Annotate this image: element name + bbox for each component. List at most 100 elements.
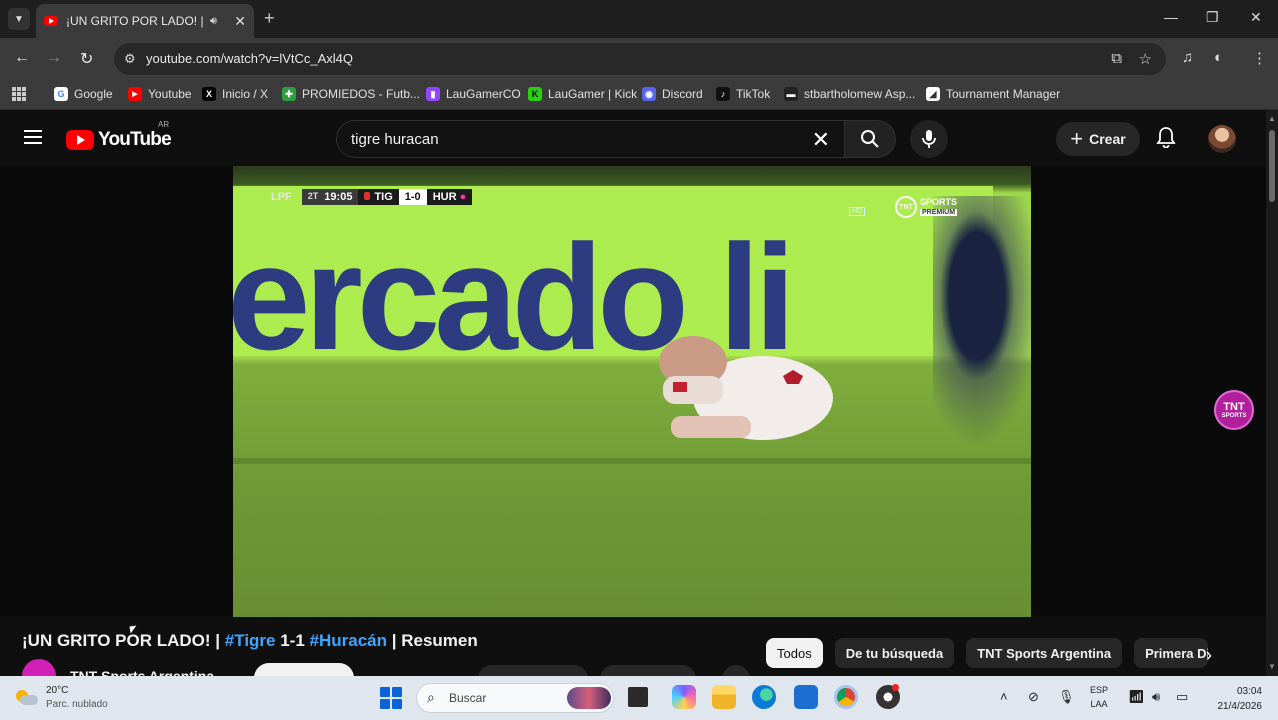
scrollbar-thumb[interactable] xyxy=(1269,130,1275,202)
bookmark-tiktok[interactable]: ♪ TikTok xyxy=(716,87,770,101)
site-settings-icon[interactable]: ⚙ xyxy=(124,51,136,67)
discord-icon: ◉ xyxy=(642,87,656,101)
hashtag-huracan-link[interactable]: #Huracán xyxy=(310,631,387,650)
windows-taskbar: 20°C Parc. nublado ⌕ Buscar ˄ ⊘ 🎙︎ ESP L… xyxy=(0,676,1278,720)
install-app-icon[interactable]: ⧉ xyxy=(1111,50,1122,67)
copilot-icon[interactable] xyxy=(672,685,696,709)
search-button[interactable] xyxy=(844,120,896,158)
voice-search-button[interactable] xyxy=(910,120,948,158)
speaker-icon[interactable]: 🔊︎ xyxy=(210,15,217,28)
vpn-off-icon[interactable]: ⊘ xyxy=(1028,689,1039,705)
channel-avatar[interactable] xyxy=(22,659,56,676)
forward-arrow-icon[interactable]: → xyxy=(46,49,62,67)
reload-icon[interactable]: ↻ xyxy=(80,49,93,69)
microsoft-store-icon[interactable] xyxy=(794,685,818,709)
create-button[interactable]: + Crear xyxy=(1056,122,1140,156)
restore-icon[interactable]: ❐ xyxy=(1206,9,1219,26)
microphone-icon[interactable]: 🎙︎ xyxy=(1058,689,1075,705)
search-icon: ⌕ xyxy=(427,689,435,705)
region-code: AR xyxy=(158,120,170,129)
menu-kebab-icon[interactable]: ⋮ xyxy=(1252,49,1267,67)
file-explorer-icon[interactable] xyxy=(712,685,736,709)
video-frame[interactable]: ercado li LPF 2T 19:05 TIG 1-0 HUR ● HD T… xyxy=(233,166,1031,617)
bookmark-star-icon[interactable]: ☆ xyxy=(1139,50,1152,68)
browser-tab-strip: ▼ ¡UN GRITO POR LADO! | #Ti 🔊︎ ✕ + — ❐ ✕ xyxy=(0,0,1278,38)
channel-watermark-button[interactable]: TNT SPORTS xyxy=(1214,390,1254,430)
scroll-down-icon[interactable]: ▼ xyxy=(1268,662,1276,671)
search-input[interactable]: tigre huracan ✕ xyxy=(336,120,844,158)
team-crest-icon: ● xyxy=(459,191,467,203)
blurred-player xyxy=(933,196,1031,446)
bookmark-stbartholomew[interactable]: ▬ stbartholomew Asp... xyxy=(784,87,915,101)
media-controls-icon[interactable]: ♫ xyxy=(1182,49,1193,66)
microphone-icon xyxy=(922,130,936,148)
edge-browser-icon[interactable] xyxy=(752,685,776,709)
minimize-icon[interactable]: — xyxy=(1164,9,1178,25)
scroll-up-icon[interactable]: ▲ xyxy=(1268,114,1276,123)
chip-primera-division[interactable]: Primera Div xyxy=(1134,638,1209,668)
new-tab-plus-icon[interactable]: + xyxy=(264,8,275,29)
chevron-up-icon[interactable]: ˄ xyxy=(1000,689,1008,704)
language-indicator[interactable]: ESP LAA xyxy=(1090,684,1108,711)
promiedos-icon: ✚ xyxy=(282,87,296,101)
close-window-icon[interactable]: ✕ xyxy=(1250,9,1262,26)
more-actions-button[interactable] xyxy=(722,665,750,676)
apps-grid-icon[interactable] xyxy=(12,87,26,101)
clear-search-icon[interactable]: ✕ xyxy=(812,127,830,153)
bookmark-kick[interactable]: K LauGamer | Kick xyxy=(528,87,637,101)
chevron-right-icon[interactable]: › xyxy=(1206,645,1212,666)
battery-icon[interactable]: ▭ xyxy=(1176,689,1188,705)
related-filter-chips: Todos De tu búsqueda TNT Sports Argentin… xyxy=(766,638,1209,668)
tab-search-button[interactable]: ▼ xyxy=(8,8,30,30)
system-clock[interactable]: 03:04 21/4/2026 xyxy=(1206,684,1263,714)
taskbar-search-box[interactable]: ⌕ Buscar xyxy=(416,683,614,713)
broadcaster-logo: TNT SPORTS PREMIUM xyxy=(895,196,958,218)
site-icon: ▬ xyxy=(784,87,798,101)
wifi-icon[interactable]: 📶︎ xyxy=(1128,689,1145,705)
youtube-masthead: YouTube AR tigre huracan ✕ + Crear xyxy=(0,110,1266,166)
user-avatar[interactable] xyxy=(1208,125,1236,153)
youtube-icon: ▶ xyxy=(128,87,142,101)
bookmark-twitch[interactable]: ▮ LauGamerCO xyxy=(426,87,521,101)
like-button[interactable] xyxy=(478,665,588,676)
channel-name[interactable]: TNT Sports Argentina xyxy=(70,668,214,676)
chip-de-tu-busqueda[interactable]: De tu búsqueda xyxy=(834,638,955,668)
bookmark-google[interactable]: G Google xyxy=(54,87,113,101)
video-player-area[interactable]: ercado li LPF 2T 19:05 TIG 1-0 HUR ● HD T… xyxy=(0,166,1266,617)
hamburger-menu-icon[interactable] xyxy=(24,130,42,144)
profile-icon[interactable]: ◐ xyxy=(1214,49,1223,66)
windows-start-icon[interactable] xyxy=(380,687,402,709)
team-crest-icon xyxy=(364,192,371,200)
mouse-cursor-icon xyxy=(129,625,138,634)
search-query: tigre huracan xyxy=(351,131,439,148)
youtube-logo[interactable]: YouTube xyxy=(66,129,172,151)
chevron-down-icon: ▼ xyxy=(14,13,24,25)
notification-dot xyxy=(892,684,899,691)
page-scrollbar[interactable]: ▲ ▼ xyxy=(1266,110,1278,676)
close-tab-icon[interactable]: ✕ xyxy=(234,13,246,30)
volume-icon[interactable]: 🔊︎ xyxy=(1152,689,1160,705)
share-button[interactable] xyxy=(600,665,696,676)
subscribe-button[interactable] xyxy=(254,663,354,676)
back-arrow-icon[interactable]: ← xyxy=(14,49,30,67)
address-bar[interactable]: ⚙ youtube.com/watch?v=lVtCc_Axl4Q ⧉ ☆ xyxy=(114,43,1166,75)
bookmark-youtube[interactable]: ▶ Youtube xyxy=(128,87,192,101)
scorebug: LPF 2T 19:05 TIG 1-0 HUR ● xyxy=(271,188,473,206)
chip-tnt-sports-argentina[interactable]: TNT Sports Argentina xyxy=(966,638,1123,668)
browser-tab-active[interactable]: ¡UN GRITO POR LADO! | #Ti 🔊︎ ✕ xyxy=(36,4,254,38)
chip-todos[interactable]: Todos xyxy=(766,638,823,668)
bookmark-promiedos[interactable]: ✚ PROMIEDOS - Futb... xyxy=(282,87,420,101)
chrome-icon[interactable] xyxy=(834,685,858,709)
bookmark-tournament-manager[interactable]: ◢ Tournament Manager xyxy=(926,87,1060,101)
bookmark-x[interactable]: X Inicio / X xyxy=(202,87,268,101)
pitch xyxy=(233,458,1031,464)
google-icon: G xyxy=(54,87,68,101)
task-view-icon[interactable] xyxy=(628,687,648,707)
hashtag-tigre-link[interactable]: #Tigre xyxy=(225,631,276,650)
notifications-bell-icon[interactable] xyxy=(1156,126,1176,153)
bookmark-discord[interactable]: ◉ Discord xyxy=(642,87,703,101)
partly-cloudy-icon xyxy=(16,689,38,706)
weather-widget[interactable]: 20°C Parc. nublado xyxy=(16,684,108,711)
hd-tag: HD xyxy=(849,207,866,216)
search-icon xyxy=(861,130,879,148)
